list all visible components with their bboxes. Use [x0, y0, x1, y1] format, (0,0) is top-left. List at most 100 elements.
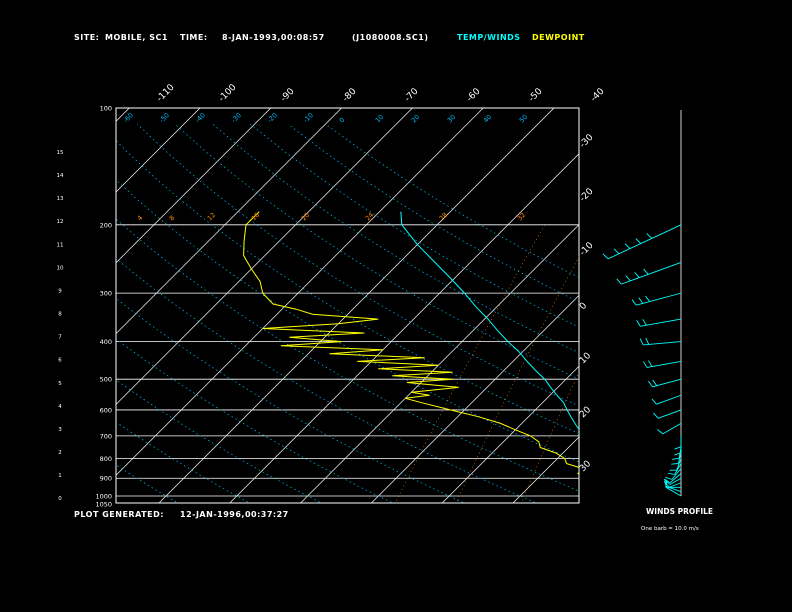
pressure-tick-label: 200: [100, 221, 112, 229]
mixing-ratio-label: 32: [516, 211, 528, 223]
wind-barb-tick: [634, 272, 640, 278]
dewpoint-trace: [243, 211, 579, 475]
height-tick-label: 9: [58, 288, 62, 294]
dry-adiabat-line: [116, 464, 179, 503]
mixing-ratio-label: 16: [250, 211, 262, 223]
pressure-tick-label: 500: [100, 376, 112, 384]
adiabat-label: 40: [482, 113, 494, 125]
wind-barb-tick: [651, 398, 657, 405]
isotherms: [0, 108, 792, 503]
height-tick-label: 6: [58, 358, 62, 364]
height-tick-label: 5: [58, 381, 62, 387]
mixing-ratio-line: [714, 225, 792, 504]
mixing-ratio-label: 20: [300, 211, 312, 223]
dry-adiabat-line: [137, 123, 579, 407]
wind-barb-tick: [636, 320, 641, 327]
pressure-tick-label: 900: [100, 475, 112, 483]
wind-barb-tick: [602, 253, 609, 260]
mixing-ratio-line: [635, 225, 746, 504]
pressure-tick-label: 100: [100, 105, 112, 113]
skewt-chart: 1002003004005006007008009001000105015141…: [0, 82, 792, 532]
plot-area: [0, 108, 792, 504]
winds-profile-note: One barb = 10.0 m/s: [641, 526, 699, 532]
isotherm-right-label: -20: [578, 186, 596, 204]
mixing-ratio-lines: [394, 224, 792, 504]
plot-frame: [115, 107, 580, 504]
wind-barb: [657, 409, 682, 419]
mixing-ratio-label: 8: [168, 214, 177, 223]
height-tick-label: 2: [58, 450, 62, 456]
isotherm-top-label: -90: [279, 86, 297, 104]
dry-adiabat-line: [250, 123, 579, 328]
isotherm-top-label: -60: [465, 86, 483, 104]
wind-barb-tick: [643, 268, 649, 275]
adiabat-label: 50: [518, 113, 530, 125]
isotherm-right-label: -30: [578, 132, 596, 150]
height-tick-label: 10: [57, 265, 64, 271]
wind-barb-tick: [665, 476, 673, 480]
wind-barb-tick: [667, 472, 675, 475]
mixing-ratio-line: [693, 225, 792, 504]
height-tick-label: 8: [58, 312, 62, 318]
isotherm-top-label: -70: [403, 86, 421, 104]
winds-profile-title: WINDS PROFILE: [646, 507, 713, 516]
adiabat-label: 0: [338, 116, 347, 125]
mixing-ratio-line: [455, 255, 579, 503]
height-tick-label: 7: [58, 335, 62, 341]
pressure-tick-label: 1050: [95, 501, 112, 509]
wind-barb: [656, 394, 682, 405]
height-tick-label: 4: [58, 404, 62, 410]
isotherm-right-label: 10: [578, 351, 593, 366]
isotherm-line: [0, 108, 58, 503]
adiabat-label: -40: [194, 111, 207, 124]
wind-barb-tick: [638, 297, 644, 304]
wind-barb-tick: [642, 361, 648, 368]
adiabat-label: -30: [230, 111, 243, 124]
dry-adiabat-line: [116, 258, 538, 503]
dry-adiabats: [116, 123, 579, 503]
isotherm-line: [116, 108, 484, 476]
isotherm-line: [229, 153, 579, 503]
dry-adiabat-line: [116, 421, 251, 503]
isotherm-top-label: -40: [589, 86, 607, 104]
winds-profile: [602, 110, 682, 497]
dry-adiabat-line: [212, 123, 579, 354]
mixing-ratio-line: [732, 225, 792, 504]
wind-barb-tick: [642, 318, 647, 326]
mixing-ratio-label: 12: [206, 211, 218, 223]
adiabat-label: 30: [446, 113, 458, 125]
pressure-tick-label: 400: [100, 338, 112, 346]
isotherm-top-label: -50: [527, 86, 545, 104]
isotherm-line: [655, 108, 792, 503]
dry-adiabat-line: [116, 379, 322, 503]
adiabat-label: -50: [158, 111, 171, 124]
pressure-tick-label: 600: [100, 406, 112, 414]
wind-barb-tick: [616, 278, 622, 285]
isotherm-top-label: -80: [341, 86, 359, 104]
height-tick-label: 11: [57, 242, 64, 248]
dry-adiabat-line: [116, 297, 466, 503]
dry-adiabat-line: [325, 123, 579, 278]
wind-barb-tick: [624, 243, 631, 249]
wind-barb-tick: [639, 338, 644, 346]
mixing-ratio-line: [748, 225, 792, 504]
wind-barb-tick: [648, 380, 653, 388]
wind-barb-tick: [625, 275, 631, 282]
isotherm-line: [584, 108, 792, 503]
isotherm-line: [512, 436, 579, 503]
isotherm-right-label: 30: [578, 459, 593, 474]
dry-adiabat-line: [116, 179, 579, 463]
isotherm-line: [116, 108, 413, 405]
isobars: [116, 224, 579, 497]
isotherm-right-label: 0: [578, 301, 589, 312]
pressure-tick-label: 1000: [95, 493, 112, 501]
isotherm-line: [116, 108, 272, 264]
mixing-ratio-label: 4: [136, 214, 145, 223]
height-tick-label: 14: [57, 173, 64, 179]
mixing-ratio-label: 28: [438, 211, 450, 223]
height-tick-label: 0: [58, 496, 62, 502]
axis-labels: 1002003004005006007008009001000105015141…: [57, 82, 607, 508]
pressure-tick-label: 300: [100, 290, 112, 298]
wind-barb-tick: [635, 238, 642, 244]
wind-barb-tick: [631, 299, 637, 306]
